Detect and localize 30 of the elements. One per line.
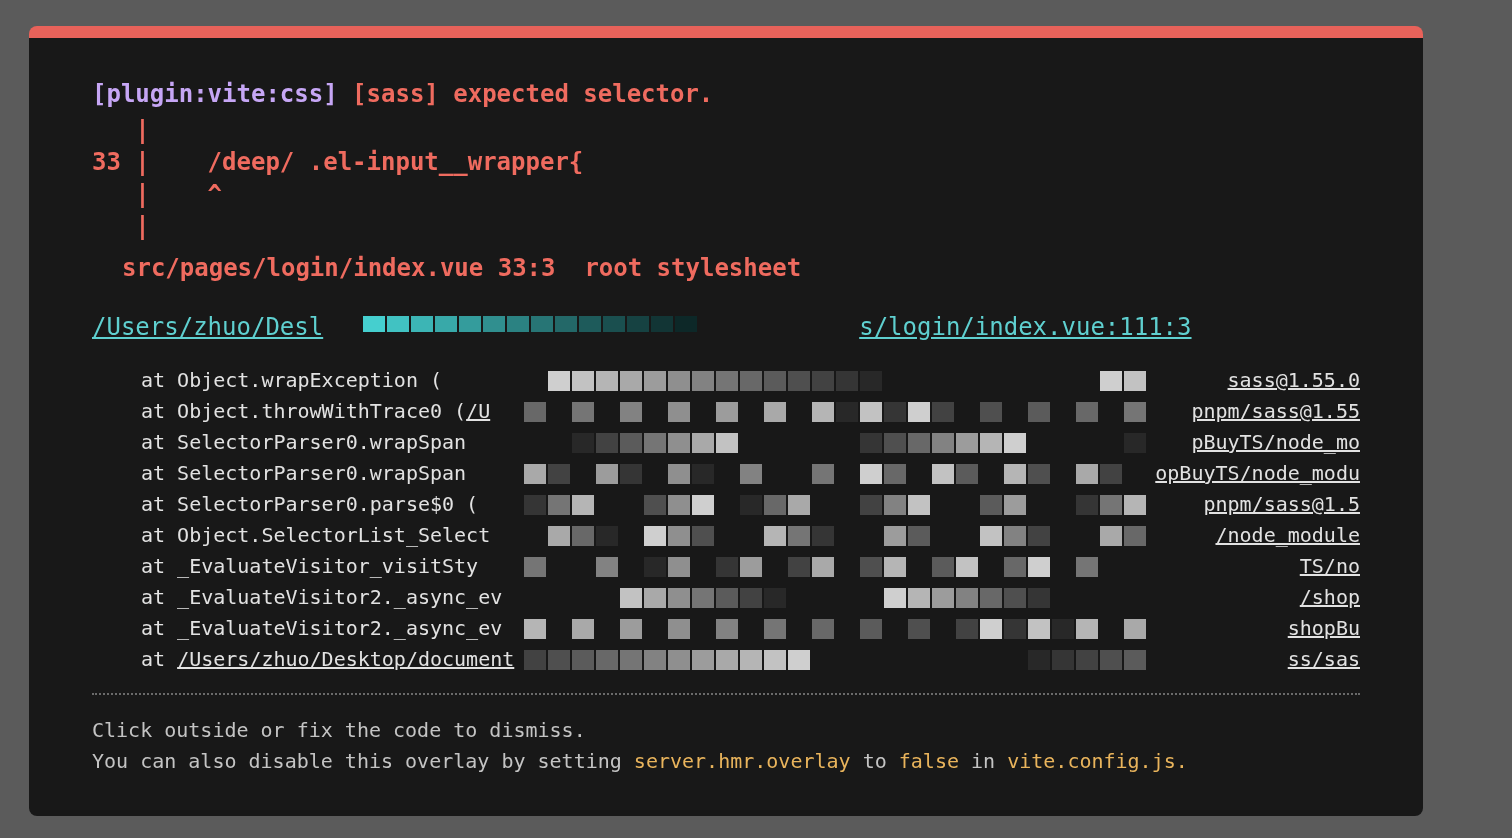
- stack-path[interactable]: TS/no: [1299, 554, 1360, 578]
- code-frame-line: |: [134, 211, 151, 242]
- stack-frame: at Object.throwWithTrace0 (/U: [141, 399, 491, 423]
- code-frame-line: 33 | /deep/ .el-input__wrapper{: [92, 147, 585, 178]
- stack-frame: at /Users/zhuo/Desktop/document: [141, 647, 515, 671]
- file-link[interactable]: s/login/index.vue:111:3: [859, 310, 1192, 344]
- stack-frame: at _EvaluateVisitor2._async_ev: [141, 616, 503, 640]
- code-frame-line: |: [134, 115, 151, 146]
- stack-path[interactable]: pBuyTS/node_mo: [1191, 430, 1360, 454]
- dismiss-tip: Click outside or fix the code to dismiss.: [92, 717, 587, 744]
- stack-path[interactable]: /shop: [1299, 585, 1360, 609]
- stack-frame: at SelectorParser0.wrapSpan: [141, 430, 467, 454]
- stack-frame: at SelectorParser0.wrapSpan: [141, 461, 467, 485]
- stack-frame: at Object.wrapException (: [141, 368, 443, 392]
- stack-path[interactable]: ss/sas: [1287, 647, 1360, 671]
- file-link[interactable]: /Users/zhuo/Desl: [92, 310, 324, 344]
- stack-frame: at SelectorParser0.parse$0 (: [141, 492, 479, 516]
- overlay-hint: You can also disable this overlay by setting server.hmr.overlay to false in vite.config.js.: [92, 748, 1189, 775]
- stack-path[interactable]: pnpm/sass@1.5: [1203, 492, 1360, 516]
- error-message: [plugin:vite:css] [sass] expected selector.: [92, 79, 715, 110]
- stack-frame: at _EvaluateVisitor2._async_ev: [141, 585, 503, 609]
- stack-frame: at Object.SelectorList_Select: [141, 523, 491, 547]
- code-frame-line: | ^: [134, 179, 224, 210]
- stack-frame: at _EvaluateVisitor_visitSty: [141, 554, 479, 578]
- stack-path[interactable]: shopBu: [1287, 616, 1360, 640]
- stack-path[interactable]: sass@1.55.0: [1227, 368, 1360, 392]
- stack-path[interactable]: opBuyTS/node_modu: [1155, 461, 1360, 485]
- stack-path[interactable]: pnpm/sass@1.55: [1191, 399, 1360, 423]
- stack-path[interactable]: /node_module: [1215, 523, 1360, 547]
- error-location: src/pages/login/index.vue 33:3 root stylesheet: [121, 253, 803, 284]
